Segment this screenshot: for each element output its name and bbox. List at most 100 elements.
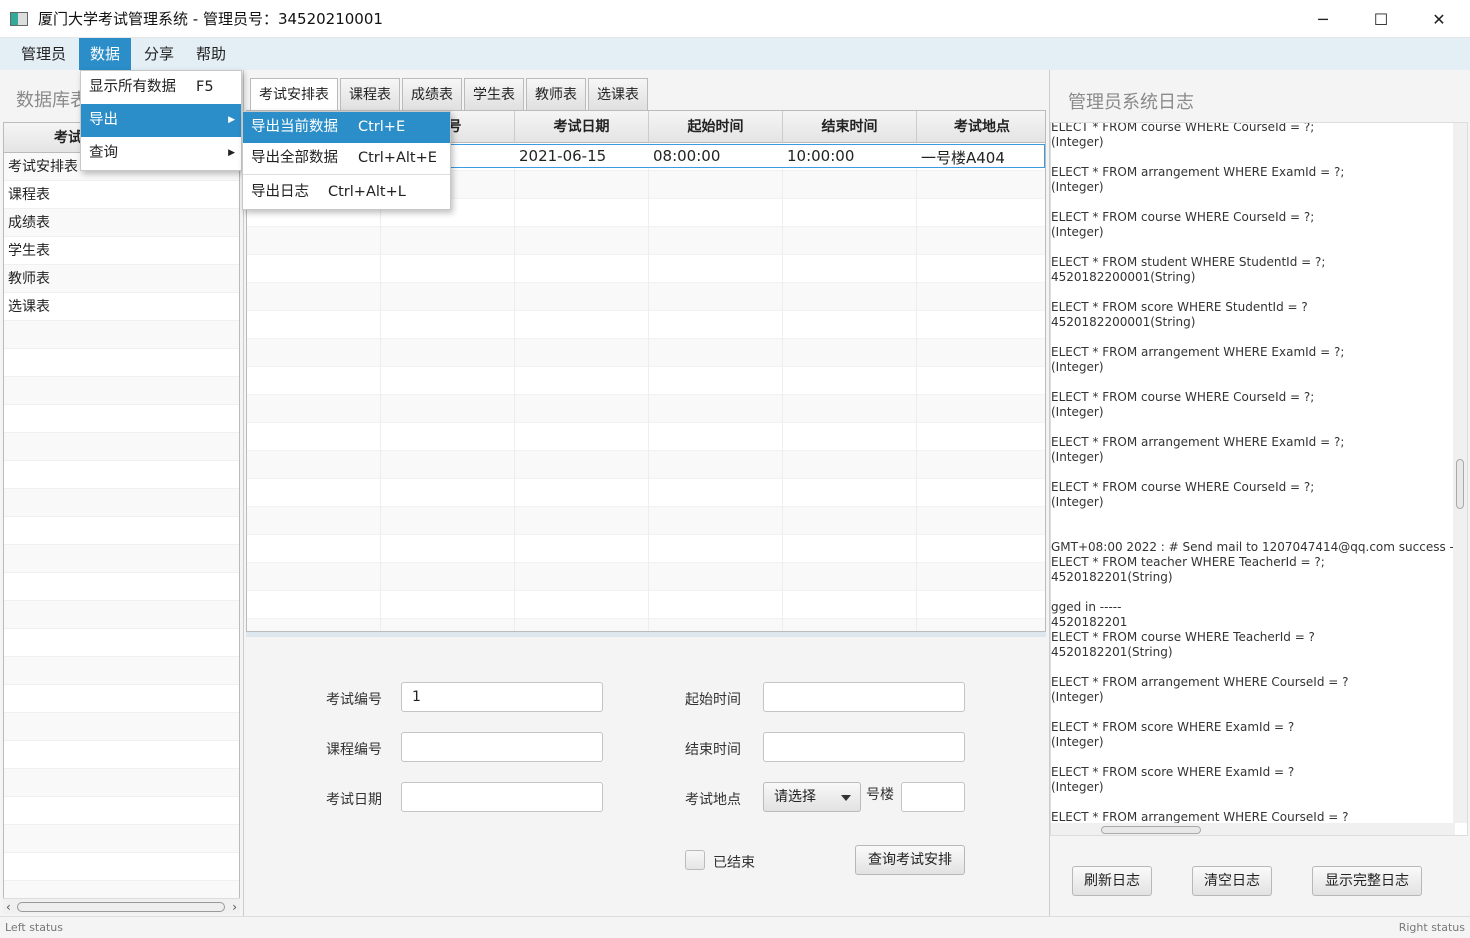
menu-item-label: 查询	[89, 145, 118, 161]
building-suffix-label: 号楼	[866, 787, 894, 803]
menu-item-label: 导出当前数据	[251, 119, 338, 135]
column-header[interactable]: 结束时间	[783, 111, 917, 143]
column-header[interactable]: 考试日期	[515, 111, 649, 143]
table-row	[247, 367, 1045, 395]
column-divider	[380, 143, 381, 631]
close-button[interactable]: ✕	[1410, 0, 1468, 38]
scroll-thumb[interactable]	[1456, 459, 1464, 509]
query-arrangement-button[interactable]: 查询考试安排	[855, 845, 965, 875]
list-item[interactable]: 教师表	[4, 265, 239, 293]
menu-item-show-all[interactable]: 显示所有数据 F5	[81, 71, 241, 104]
table-row	[247, 619, 1045, 631]
db-tables-title: 数据库表	[16, 90, 88, 111]
empty-row	[4, 629, 239, 657]
table-row	[247, 255, 1045, 283]
room-field[interactable]	[901, 782, 965, 812]
list-item[interactable]: 选课表	[4, 293, 239, 321]
empty-row	[4, 853, 239, 881]
table-row	[247, 591, 1045, 619]
course-id-label: 课程编号	[326, 742, 382, 758]
clear-log-button[interactable]: 清空日志	[1192, 866, 1272, 896]
scroll-thumb[interactable]	[17, 902, 225, 912]
menu-data[interactable]: 数据	[79, 38, 132, 70]
empty-row	[4, 517, 239, 545]
tab-arrangement[interactable]: 考试安排表	[250, 78, 338, 110]
status-bar: Left status Right status	[0, 916, 1470, 938]
tab-score[interactable]: 成绩表	[402, 78, 462, 110]
empty-row	[4, 657, 239, 685]
empty-row	[4, 545, 239, 573]
table-row	[247, 535, 1045, 563]
start-time-label: 起始时间	[685, 692, 741, 708]
menu-item-export[interactable]: 导出 ▶	[81, 104, 241, 137]
course-id-field[interactable]	[401, 732, 603, 762]
scroll-left-icon[interactable]: ‹	[6, 899, 11, 915]
table-row	[247, 283, 1045, 311]
empty-row	[4, 377, 239, 405]
table-row	[247, 339, 1045, 367]
menu-share[interactable]: 分享	[133, 38, 185, 70]
db-table-rows: 考试安排表 课程表 成绩表 学生表 教师表 选课表	[4, 153, 239, 909]
menu-item-export-current[interactable]: 导出当前数据 Ctrl+E	[243, 112, 450, 143]
full-log-button[interactable]: 显示完整日志	[1312, 866, 1422, 896]
menu-item-query[interactable]: 查询 ▶	[81, 137, 241, 170]
column-header[interactable]: 起始时间	[649, 111, 783, 143]
menu-item-label: 导出日志	[251, 184, 309, 200]
db-table-list: 考试 考试安排表 课程表 成绩表 学生表 教师表 选课表	[3, 122, 240, 912]
refresh-log-button[interactable]: 刷新日志	[1072, 866, 1152, 896]
list-item[interactable]: 学生表	[4, 237, 239, 265]
log-vertical-scrollbar[interactable]	[1453, 123, 1467, 823]
finished-checkbox[interactable]	[685, 850, 705, 870]
tab-teacher[interactable]: 教师表	[526, 78, 586, 110]
menu-item-shortcut: Ctrl+E	[358, 119, 406, 135]
menu-item-label: 显示所有数据	[89, 79, 176, 95]
start-time-field[interactable]	[763, 682, 965, 712]
exam-date-field[interactable]	[401, 782, 603, 812]
empty-row	[4, 461, 239, 489]
column-divider	[916, 143, 917, 631]
menu-item-export-all[interactable]: 导出全部数据 Ctrl+Alt+E	[243, 143, 450, 174]
log-text-area[interactable]: ELECT * FROM course WHERE CourseId = ?; …	[1050, 122, 1468, 836]
scroll-thumb[interactable]	[1101, 826, 1201, 834]
maximize-button[interactable]: ☐	[1352, 0, 1410, 38]
cell-date: 2021-06-15	[519, 147, 607, 165]
table-row	[247, 395, 1045, 423]
empty-row	[4, 321, 239, 349]
status-right: Right status	[1398, 921, 1465, 934]
left-horizontal-scrollbar[interactable]: ‹ ›	[3, 898, 240, 914]
building-select-value: 请选择	[774, 789, 816, 805]
menu-item-label: 导出全部数据	[251, 150, 338, 166]
cell-start: 08:00:00	[653, 147, 721, 165]
table-row	[247, 563, 1045, 591]
tab-course[interactable]: 课程表	[340, 78, 400, 110]
scroll-right-icon[interactable]: ›	[232, 899, 237, 915]
place-label: 考试地点	[685, 792, 741, 808]
end-time-field[interactable]	[763, 732, 965, 762]
empty-row	[4, 685, 239, 713]
column-header[interactable]: 考试地点	[917, 111, 1045, 143]
building-select[interactable]: 请选择	[763, 782, 861, 812]
list-item[interactable]: 课程表	[4, 181, 239, 209]
menu-item-label: 导出	[89, 112, 118, 128]
tab-selection[interactable]: 选课表	[588, 78, 648, 110]
end-time-label: 结束时间	[685, 742, 741, 758]
log-horizontal-scrollbar[interactable]	[1051, 823, 1455, 835]
empty-row	[4, 797, 239, 825]
list-item[interactable]: 成绩表	[4, 209, 239, 237]
empty-row	[4, 769, 239, 797]
exam-id-field[interactable]: 1	[401, 682, 603, 712]
empty-row	[4, 601, 239, 629]
menu-admin[interactable]: 管理员	[10, 38, 77, 70]
empty-row	[4, 349, 239, 377]
minimize-button[interactable]: ─	[1294, 0, 1352, 38]
tab-student[interactable]: 学生表	[464, 78, 524, 110]
column-divider	[514, 143, 515, 631]
table-row	[247, 311, 1045, 339]
column-divider	[782, 143, 783, 631]
export-submenu: 导出当前数据 Ctrl+E 导出全部数据 Ctrl+Alt+E 导出日志 Ctr…	[242, 111, 451, 210]
column-divider	[648, 143, 649, 631]
menu-item-export-log[interactable]: 导出日志 Ctrl+Alt+L	[243, 175, 450, 209]
cell-place: 一号楼A404	[921, 149, 1005, 167]
title-bar: 厦门大学考试管理系统 - 管理员号：34520210001 ─ ☐ ✕	[0, 0, 1470, 38]
menu-help[interactable]: 帮助	[185, 38, 237, 70]
